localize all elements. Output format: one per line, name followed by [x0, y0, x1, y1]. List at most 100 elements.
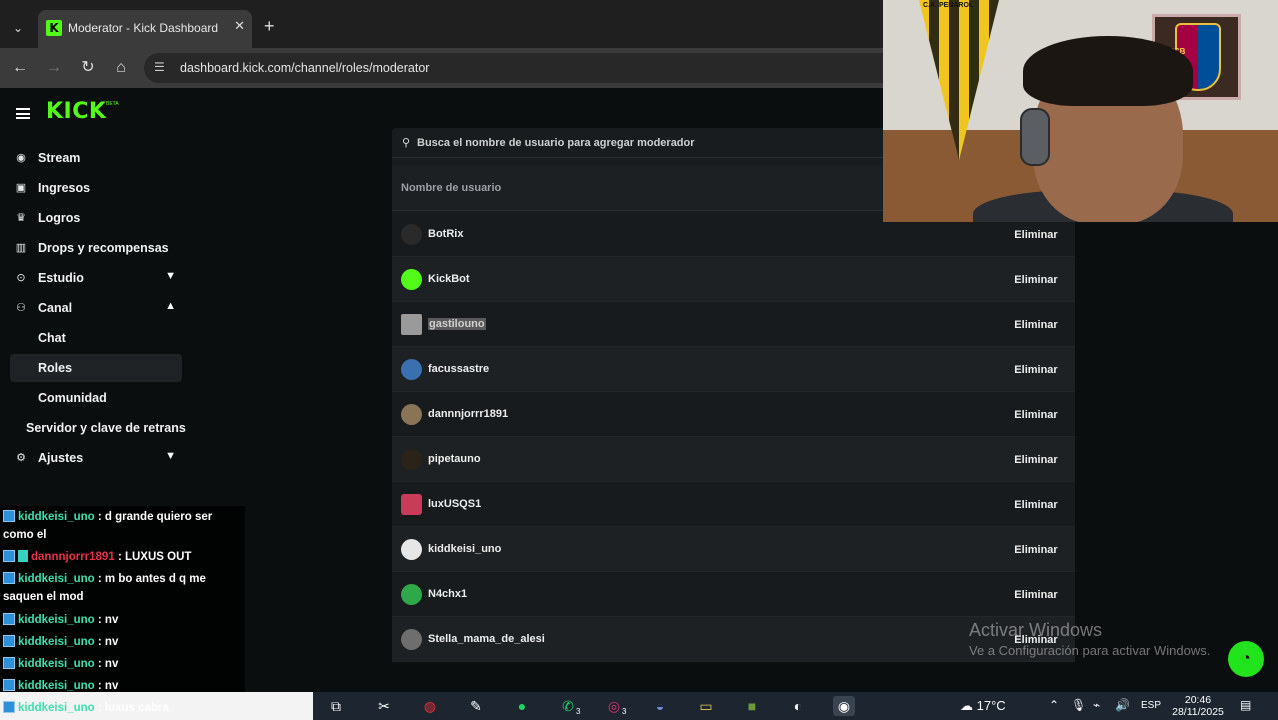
network-icon[interactable]: ⌁ [1093, 698, 1100, 712]
chat-username: kiddkeisi_uno [18, 511, 95, 523]
chat-username: dannnjorrr1891 [31, 551, 115, 563]
username: facussastre [428, 363, 490, 375]
chat-message: kiddkeisi_uno : m bo antes d q me saquen… [3, 570, 239, 606]
avatar [401, 449, 422, 470]
sidebar-item-label: Comunidad [38, 391, 107, 405]
mod-badge-icon [3, 657, 15, 669]
chat-username: kiddkeisi_uno [18, 614, 95, 626]
language-indicator[interactable]: ESP [1141, 700, 1161, 711]
paint-icon[interactable]: ✎ [465, 696, 487, 716]
sidebar-item-canal[interactable]: ⚇ Canal ▲ [10, 294, 182, 322]
mod-badge-icon [3, 613, 15, 625]
remove-moderator-button[interactable]: Eliminar [1007, 404, 1065, 426]
studio-icon: ⊙ [16, 272, 26, 284]
clock-date: 28/11/2025 [1172, 706, 1224, 718]
sidebar-item-drops[interactable]: ▥ Drops y recompensas [10, 234, 182, 262]
site-info-icon[interactable]: ☰ [154, 60, 165, 74]
sidebar-item-servidor[interactable]: Servidor y clave de retrans [10, 414, 186, 442]
home-icon[interactable]: ⌂ [111, 58, 131, 78]
reload-icon[interactable]: ↻ [78, 58, 98, 78]
remove-moderator-button[interactable]: Eliminar [1007, 449, 1065, 471]
volume-icon[interactable]: 🔊 [1115, 698, 1130, 712]
table-row: gastilouno Eliminar [392, 302, 1075, 347]
sidebar-item-label: Ajustes [38, 451, 84, 465]
sidebar-item-label: Logros [38, 211, 81, 225]
tab-search-dropdown-icon[interactable]: ⌄ [6, 17, 30, 39]
sub-badge-icon [18, 550, 28, 562]
sidebar-item-chat[interactable]: Chat [10, 324, 182, 352]
task-view-icon[interactable]: ⧉ [325, 696, 347, 716]
broadcast-icon: ◉ [16, 152, 26, 164]
sidebar-item-label: Chat [38, 331, 66, 345]
revenue-icon: ▣ [15, 182, 27, 194]
sidebar-item-label: Roles [38, 361, 73, 375]
capcut-icon[interactable]: ✂ [373, 696, 395, 716]
sidebar-item-estudio[interactable]: ⊙ Estudio ▼ [10, 264, 182, 292]
remove-moderator-button[interactable]: Eliminar [1007, 584, 1065, 606]
column-username: Nombre de usuario [401, 182, 502, 194]
cloud-icon: ☁ [960, 698, 973, 713]
gift-icon: ▥ [15, 242, 27, 254]
weather-widget[interactable]: ☁ 17°C [960, 698, 1006, 714]
microphone-icon[interactable]: 🎙 [1071, 698, 1086, 712]
avatar [401, 269, 422, 290]
close-tab-icon[interactable]: ✕ [234, 18, 245, 34]
support-chat-icon[interactable]: ◔ [1228, 641, 1264, 677]
back-icon[interactable]: ← [10, 58, 30, 78]
mod-badge-icon [3, 635, 15, 647]
mod-badge-icon [3, 572, 15, 584]
username: KickBot [428, 273, 470, 285]
trophy-icon: ♛ [16, 212, 26, 224]
chat-username: kiddkeisi_uno [18, 658, 95, 670]
mod-badge-icon [3, 701, 15, 713]
discord-icon[interactable]: ◒ [649, 696, 671, 716]
search-icon: ⚲ [402, 137, 411, 149]
chat-text: : nv [97, 636, 119, 648]
address-bar[interactable]: ☰ dashboard.kick.com/channel/roles/moder… [144, 53, 904, 83]
avatar [401, 404, 422, 425]
sidebar-item-logros[interactable]: ♛ Logros [10, 204, 182, 232]
minecraft-icon[interactable]: ■ [741, 696, 763, 716]
system-clock[interactable]: 20:46 28/11/2025 [1172, 694, 1224, 718]
url-text: dashboard.kick.com/channel/roles/moderat… [180, 61, 430, 75]
chat-username: kiddkeisi_uno [18, 702, 95, 714]
chat-text: : nv [97, 614, 119, 626]
chevron-down-icon: ▼ [165, 450, 176, 462]
avatar [401, 494, 422, 515]
remove-moderator-button[interactable]: Eliminar [1007, 314, 1065, 336]
sidebar: KICK BETA ◉ Stream ▣ Ingresos ♛ Logros ▥… [0, 88, 192, 500]
sidebar-item-roles[interactable]: Roles [10, 354, 182, 382]
remove-moderator-button[interactable]: Eliminar [1007, 224, 1065, 246]
table-row: N4chx1 Eliminar [392, 572, 1075, 617]
remove-moderator-button[interactable]: Eliminar [1007, 494, 1065, 516]
forward-icon[interactable]: → [44, 58, 64, 78]
remove-moderator-button[interactable]: Eliminar [1007, 269, 1065, 291]
kick-logo[interactable]: KICK [46, 99, 106, 124]
sidebar-item-ingresos[interactable]: ▣ Ingresos [10, 174, 182, 202]
menu-icon[interactable] [16, 108, 30, 119]
browser-tab[interactable]: K Moderator - Kick Dashboard ✕ [38, 10, 252, 48]
new-tab-icon[interactable]: + [264, 16, 275, 37]
avatar [401, 314, 422, 335]
steam-icon[interactable]: ◐ [787, 696, 809, 716]
chrome-icon[interactable]: ◉ [833, 696, 855, 716]
tray-overflow-icon[interactable]: ⌃ [1049, 698, 1059, 712]
sidebar-item-comunidad[interactable]: Comunidad [10, 384, 182, 412]
obs-icon[interactable]: ◍ [419, 696, 441, 716]
table-row: KickBot Eliminar [392, 257, 1075, 302]
sidebar-item-stream[interactable]: ◉ Stream [10, 144, 182, 172]
sidebar-item-ajustes[interactable]: ⚙ Ajustes ▼ [10, 444, 182, 472]
username: luxUSQS1 [428, 498, 482, 510]
whatsapp-count: 3 [576, 707, 581, 716]
username: N4chx1 [428, 588, 468, 600]
table-row: dannnjorrr1891 Eliminar [392, 392, 1075, 437]
chat-username: kiddkeisi_uno [18, 636, 95, 648]
sidebar-item-label: Ingresos [38, 181, 91, 195]
weather-temp: 17°C [976, 698, 1006, 713]
notifications-icon[interactable]: ▤ [1240, 698, 1251, 712]
spotify-icon[interactable]: ● [511, 696, 533, 716]
stream-chat-overlay: kiddkeisi_uno : d grande quiero ser como… [0, 506, 245, 720]
remove-moderator-button[interactable]: Eliminar [1007, 359, 1065, 381]
remove-moderator-button[interactable]: Eliminar [1007, 539, 1065, 561]
file-explorer-icon[interactable]: ▭ [695, 696, 717, 716]
